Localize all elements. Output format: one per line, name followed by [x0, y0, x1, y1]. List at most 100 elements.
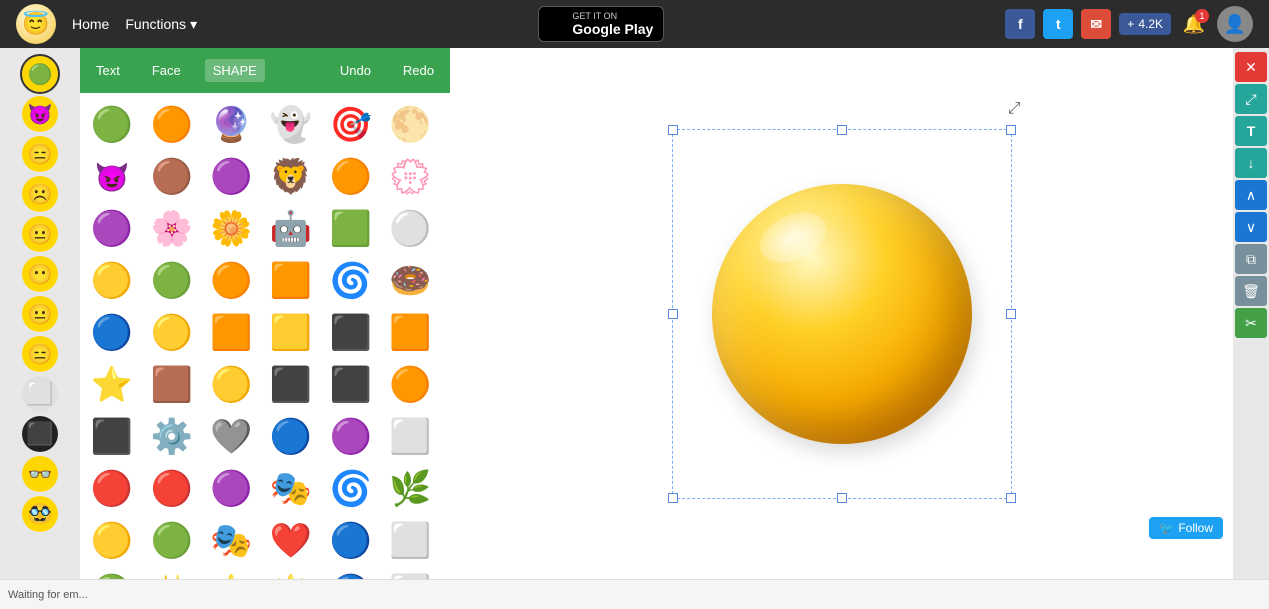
text-button[interactable]: Text: [88, 59, 128, 82]
shape-item[interactable]: 🌕: [386, 101, 434, 149]
face-item[interactable]: ⬛: [22, 416, 58, 452]
shape-item[interactable]: ⚪: [386, 205, 434, 253]
shape-item[interactable]: 🔵: [327, 517, 375, 565]
shape-item[interactable]: 🔴: [88, 465, 136, 513]
shape-item[interactable]: 🎯: [327, 101, 375, 149]
close-tool-button[interactable]: ✕: [1235, 52, 1267, 82]
shape-item[interactable]: 🎭: [207, 517, 255, 565]
shape-item[interactable]: 🟢: [148, 517, 196, 565]
shape-item[interactable]: 🌼: [207, 205, 255, 253]
shape-item[interactable]: 🟠: [386, 361, 434, 409]
face-button[interactable]: Face: [144, 59, 189, 82]
move-up-button[interactable]: ∧: [1235, 180, 1267, 210]
shape-item[interactable]: 💮: [386, 153, 434, 201]
shape-item[interactable]: 🔴: [148, 465, 196, 513]
shape-item[interactable]: 🌿: [386, 465, 434, 513]
shape-item[interactable]: ⭐: [207, 569, 255, 579]
handle-br[interactable]: [1006, 493, 1016, 503]
twitter-button[interactable]: t: [1043, 9, 1073, 39]
handle-mr[interactable]: [1006, 309, 1016, 319]
face-item[interactable]: 😶: [22, 256, 58, 292]
nav-functions[interactable]: Functions ▾: [125, 16, 197, 33]
google-play-button[interactable]: ▶ GET IT ON Google Play: [538, 6, 664, 42]
resize-tool-button[interactable]: ⤢: [1235, 84, 1267, 114]
shape-item[interactable]: 🟠: [327, 153, 375, 201]
shape-item[interactable]: 🔮: [207, 101, 255, 149]
shape-item[interactable]: 🔵: [88, 309, 136, 357]
shape-item[interactable]: ⭐: [88, 361, 136, 409]
shape-item[interactable]: ⬛: [267, 361, 315, 409]
shape-item[interactable]: 🟧: [207, 309, 255, 357]
face-item[interactable]: 👓: [22, 456, 58, 492]
shape-item[interactable]: ⬜: [386, 517, 434, 565]
face-item[interactable]: 😈: [22, 96, 58, 132]
shape-item[interactable]: 🟡: [148, 309, 196, 357]
shape-button[interactable]: SHAPE: [205, 59, 265, 82]
shape-item[interactable]: 🟣: [207, 153, 255, 201]
nav-home[interactable]: Home: [72, 16, 109, 32]
mail-button[interactable]: ✉: [1081, 9, 1111, 39]
shape-item[interactable]: 🟣: [207, 465, 255, 513]
shape-item[interactable]: 🔵: [327, 569, 375, 579]
face-item[interactable]: 😐: [22, 216, 58, 252]
handle-bl[interactable]: [668, 493, 678, 503]
shape-item[interactable]: 🟧: [267, 257, 315, 305]
handle-tm[interactable]: [837, 125, 847, 135]
shape-item[interactable]: 🔵: [267, 413, 315, 461]
shape-item[interactable]: 🟢: [148, 257, 196, 305]
shape-item[interactable]: 🤖: [267, 205, 315, 253]
shape-item[interactable]: 😈: [88, 153, 136, 201]
face-item[interactable]: 😑: [22, 336, 58, 372]
download-tool-button[interactable]: ↓: [1235, 148, 1267, 178]
face-item[interactable]: ⬜: [22, 376, 58, 412]
shape-item[interactable]: 🌀: [327, 257, 375, 305]
shape-item[interactable]: 🟫: [148, 361, 196, 409]
shape-item[interactable]: 🌟: [267, 569, 315, 579]
shape-item[interactable]: ⬛: [327, 309, 375, 357]
shape-item[interactable]: 🟡: [88, 257, 136, 305]
handle-ml[interactable]: [668, 309, 678, 319]
shape-item[interactable]: 🟣: [88, 205, 136, 253]
delete-button[interactable]: 🗑: [1235, 276, 1267, 306]
shape-item[interactable]: ⬛: [88, 413, 136, 461]
shape-item[interactable]: ✨: [148, 569, 196, 579]
like-button[interactable]: + 4.2K: [1119, 13, 1171, 35]
face-item[interactable]: 🥸: [22, 496, 58, 532]
facebook-button[interactable]: f: [1005, 9, 1035, 39]
face-item[interactable]: ☹️: [22, 176, 58, 212]
shape-item[interactable]: 🟠: [148, 101, 196, 149]
move-down-button[interactable]: ∨: [1235, 212, 1267, 242]
shape-item[interactable]: ❤️: [267, 517, 315, 565]
canvas-area[interactable]: ⤢ 🐦 Follow: [450, 48, 1233, 579]
shape-item[interactable]: 🩶: [207, 413, 255, 461]
emoji-ball[interactable]: [712, 184, 972, 444]
twitter-follow-button[interactable]: 🐦 Follow: [1149, 517, 1223, 539]
avatar-button[interactable]: 👤: [1217, 6, 1253, 42]
handle-tl[interactable]: [668, 125, 678, 135]
shape-item[interactable]: ⬜: [386, 413, 434, 461]
undo-button[interactable]: Undo: [332, 59, 379, 82]
shape-item[interactable]: 👻: [267, 101, 315, 149]
shape-item[interactable]: ⚙️: [148, 413, 196, 461]
shape-item[interactable]: 🟧: [386, 309, 434, 357]
cut-button[interactable]: ✂: [1235, 308, 1267, 338]
shape-item[interactable]: 🟤: [148, 153, 196, 201]
redo-button[interactable]: Redo: [395, 59, 442, 82]
face-item[interactable]: 😐: [22, 296, 58, 332]
shape-item[interactable]: 🟡: [88, 517, 136, 565]
shape-item[interactable]: 🟢: [88, 569, 136, 579]
shape-item[interactable]: 🍩: [386, 257, 434, 305]
copy-button[interactable]: ⧉: [1235, 244, 1267, 274]
shape-item[interactable]: 🦁: [267, 153, 315, 201]
shape-item[interactable]: 🌀: [327, 465, 375, 513]
shape-item[interactable]: 🟢: [88, 101, 136, 149]
shape-item[interactable]: ⬜: [386, 569, 434, 579]
shape-item[interactable]: 🎭: [267, 465, 315, 513]
notification-button[interactable]: 🔔 1: [1179, 9, 1209, 39]
shape-item[interactable]: ⬛: [327, 361, 375, 409]
shape-item[interactable]: 🟣: [327, 413, 375, 461]
face-item[interactable]: 🟢: [22, 56, 58, 92]
shape-item[interactable]: 🟡: [207, 361, 255, 409]
shape-item[interactable]: 🟩: [327, 205, 375, 253]
text-tool-button[interactable]: T: [1235, 116, 1267, 146]
